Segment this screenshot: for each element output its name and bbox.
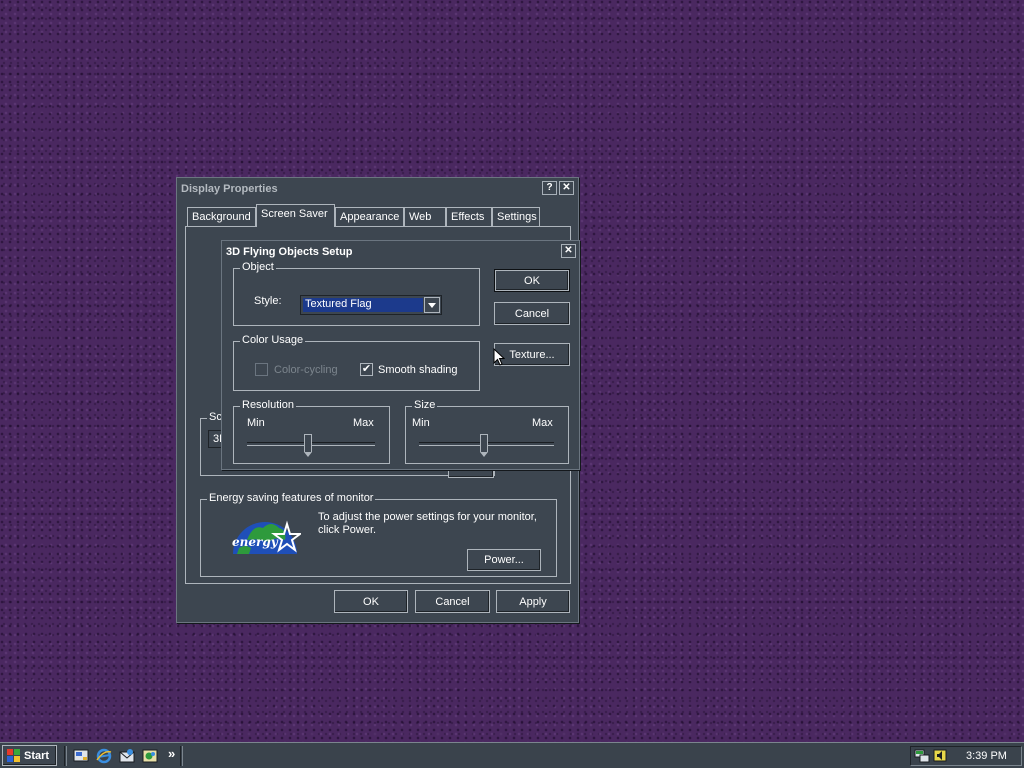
clock[interactable]: 3:39 PM (966, 750, 1007, 762)
taskbar: Start » 3:39 PM (0, 742, 1024, 768)
smooth-shading-checkbox[interactable]: ✔ (360, 363, 373, 376)
display-properties-title: Display Properties (181, 182, 278, 195)
color-usage-legend: Color Usage (240, 334, 306, 346)
energy-group-legend: Energy saving features of monitor (207, 492, 376, 504)
tab-appearance[interactable]: Appearance (335, 207, 404, 226)
windows-flag-icon (7, 749, 20, 762)
setup-ok-button[interactable]: OK (494, 269, 570, 292)
resolution-legend: Resolution (240, 399, 296, 411)
mouse-cursor-icon (493, 348, 505, 366)
tab-effects[interactable]: Effects (446, 207, 492, 226)
tab-screen-saver[interactable]: Screen Saver (256, 204, 335, 227)
help-button[interactable]: ? (542, 181, 557, 195)
show-desktop-icon[interactable] (73, 748, 89, 764)
network-tray-icon[interactable] (914, 748, 931, 764)
tab-web[interactable]: Web (404, 207, 446, 226)
start-button[interactable]: Start (2, 745, 57, 766)
texture-button[interactable]: Texture... (494, 343, 570, 366)
size-max-label: Max (532, 417, 553, 429)
power-button[interactable]: Power... (467, 549, 541, 571)
taskbar-separator (180, 746, 183, 766)
energy-description-line1: To adjust the power settings for your mo… (318, 511, 537, 523)
resolution-min-label: Min (247, 417, 265, 429)
cancel-button[interactable]: Cancel (415, 590, 490, 613)
smooth-shading-label: Smooth shading (378, 364, 458, 376)
tab-background[interactable]: Background (187, 207, 256, 226)
display-properties-titlebar[interactable]: Display Properties ? ✕ (179, 180, 576, 197)
ok-button[interactable]: OK (334, 590, 408, 613)
outlook-express-icon[interactable] (119, 748, 135, 764)
style-dropdown-value-highlight: Textured Flag (303, 298, 423, 312)
system-tray: 3:39 PM (910, 746, 1022, 766)
quicklaunch-separator (64, 746, 67, 766)
size-min-label: Min (412, 417, 430, 429)
channels-icon[interactable] (142, 748, 158, 764)
color-cycling-checkbox[interactable] (255, 363, 268, 376)
energy-description-line2: click Power. (318, 524, 377, 536)
size-legend: Size (412, 399, 438, 411)
setup-dialog-title: 3D Flying Objects Setup (226, 245, 353, 258)
style-label: Style: (254, 295, 282, 307)
chevron-down-icon[interactable] (424, 297, 440, 313)
size-slider-thumb[interactable] (480, 434, 488, 457)
volume-tray-icon[interactable] (933, 748, 947, 764)
setup-cancel-button[interactable]: Cancel (494, 302, 570, 325)
setup-dialog-window: 3D Flying Objects Setup ✕ Object Style: … (221, 240, 580, 470)
setup-close-icon[interactable]: ✕ (561, 244, 576, 258)
apply-button[interactable]: Apply (496, 590, 570, 613)
resolution-max-label: Max (353, 417, 374, 429)
color-cycling-label: Color-cycling (274, 364, 338, 376)
energy-logo-text: energy (232, 535, 278, 549)
style-dropdown[interactable]: Textured Flag (300, 295, 442, 315)
internet-explorer-icon[interactable] (96, 748, 112, 764)
close-icon[interactable]: ✕ (559, 181, 574, 195)
energy-star-logo: energy (229, 510, 303, 555)
start-label: Start (24, 749, 50, 762)
check-mark-icon: ✔ (361, 363, 372, 375)
style-dropdown-value: Textured Flag (305, 298, 372, 310)
quicklaunch-overflow-icon[interactable]: » (168, 746, 175, 761)
tab-settings[interactable]: Settings (492, 207, 540, 226)
setup-dialog-titlebar[interactable]: 3D Flying Objects Setup ✕ (224, 243, 577, 260)
resolution-slider-thumb[interactable] (304, 434, 312, 457)
object-group-legend: Object (240, 261, 276, 273)
